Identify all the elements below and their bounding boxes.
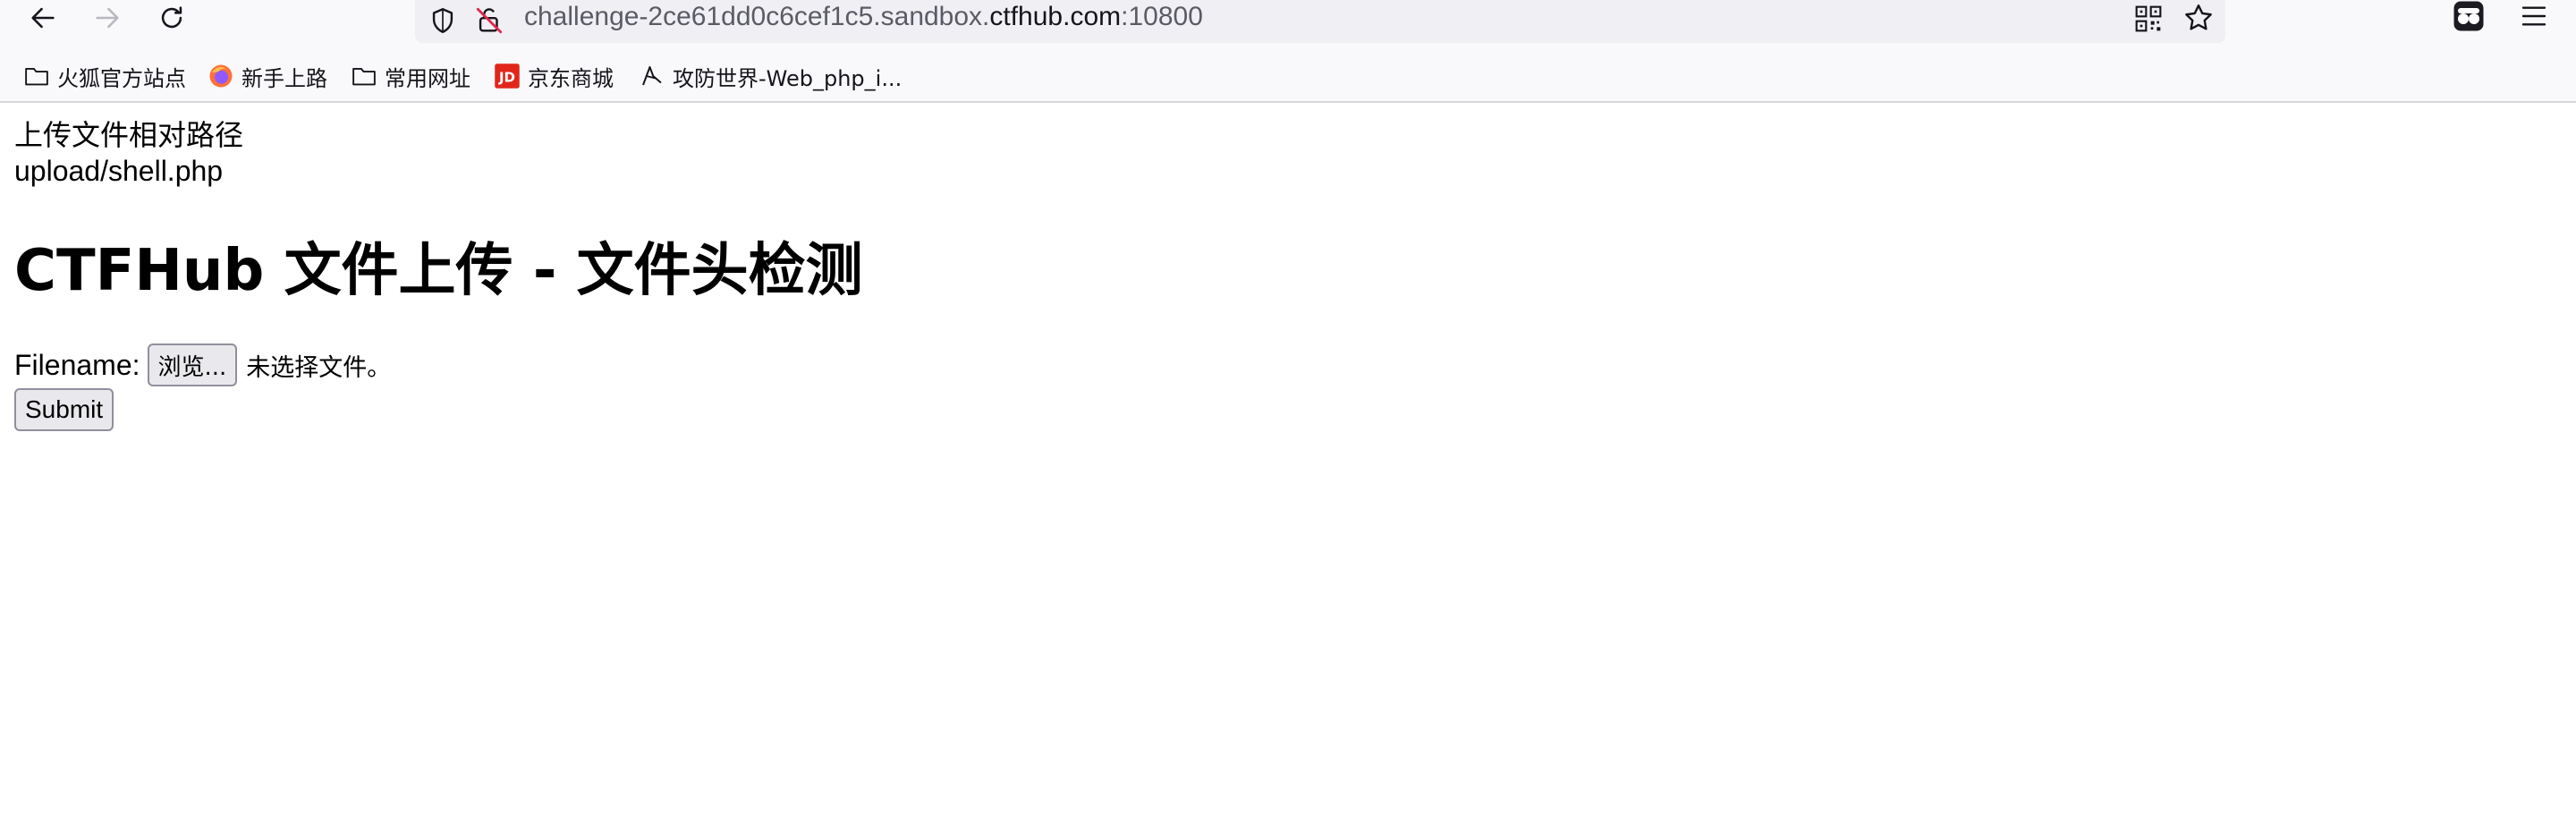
filename-label: Filename: bbox=[14, 348, 140, 381]
browser-chrome: challenge-2ce61dd0c6cef1c5.sandbox.ctfhu… bbox=[0, 0, 2576, 103]
forward-button[interactable] bbox=[89, 0, 125, 36]
submit-button[interactable]: Submit bbox=[14, 388, 114, 431]
folder-icon bbox=[352, 67, 376, 86]
upload-path-label: 上传文件相对路径 bbox=[14, 118, 244, 152]
bookmark-label: 京东商城 bbox=[528, 65, 614, 91]
page-content: 上传文件相对路径 upload/shell.php CTFHub 文件上传 - … bbox=[0, 103, 2576, 814]
reload-button[interactable] bbox=[154, 0, 190, 36]
file-upload-row: Filename: 浏览... 未选择文件。 bbox=[14, 343, 392, 386]
insecure-lock-icon[interactable] bbox=[474, 4, 504, 38]
firefox-icon bbox=[209, 64, 233, 88]
back-button[interactable] bbox=[25, 0, 61, 36]
bookmark-item[interactable]: JD 京东商城 bbox=[494, 61, 614, 91]
svg-text:JD: JD bbox=[498, 69, 515, 85]
jd-icon: JD bbox=[495, 64, 520, 89]
bookmark-star-icon[interactable] bbox=[2182, 2, 2215, 34]
back-arrow-icon bbox=[31, 7, 55, 29]
url-bar[interactable]: challenge-2ce61dd0c6cef1c5.sandbox.ctfhu… bbox=[415, 0, 2225, 43]
folder-icon bbox=[25, 67, 48, 86]
url-host: ctfhub.com bbox=[989, 2, 1122, 31]
adworld-icon bbox=[642, 66, 662, 86]
bookmark-label: 常用网址 bbox=[385, 65, 470, 91]
page-title: CTFHub 文件上传 - 文件头检测 bbox=[14, 238, 863, 304]
bookmark-item[interactable]: 攻防世界-Web_php_i... bbox=[639, 61, 902, 91]
extension-icon[interactable] bbox=[2453, 0, 2485, 32]
bookmark-item[interactable]: 常用网址 bbox=[351, 61, 470, 91]
url-port: :10800 bbox=[1121, 2, 1203, 31]
bookmark-label: 攻防世界-Web_php_i... bbox=[673, 65, 902, 91]
url-text[interactable]: challenge-2ce61dd0c6cef1c5.sandbox.ctfhu… bbox=[524, 0, 1203, 34]
browse-file-button[interactable]: 浏览... bbox=[147, 343, 238, 386]
upload-path-value: upload/shell.php bbox=[14, 155, 224, 187]
browser-toolbar: challenge-2ce61dd0c6cef1c5.sandbox.ctfhu… bbox=[0, 0, 2576, 45]
bookmark-item[interactable]: 火狐官方站点 bbox=[23, 61, 186, 91]
no-file-selected-text: 未选择文件。 bbox=[246, 353, 392, 382]
hamburger-menu-icon[interactable] bbox=[2519, 2, 2549, 30]
bookmarks-toolbar: 火狐官方站点 新手上路 常用网址 JD 京东商城 攻防世界-Web_php_i.… bbox=[0, 54, 2576, 98]
url-prefix: challenge-2ce61dd0c6cef1c5.sandbox. bbox=[524, 2, 990, 31]
bookmark-label: 新手上路 bbox=[242, 65, 327, 91]
tracking-shield-icon[interactable] bbox=[428, 4, 458, 38]
bookmark-item[interactable]: 新手上路 bbox=[208, 61, 327, 91]
bookmark-label: 火狐官方站点 bbox=[57, 65, 186, 91]
reload-icon bbox=[161, 6, 182, 29]
forward-arrow-icon bbox=[96, 7, 119, 29]
qr-code-icon[interactable] bbox=[2134, 4, 2163, 34]
